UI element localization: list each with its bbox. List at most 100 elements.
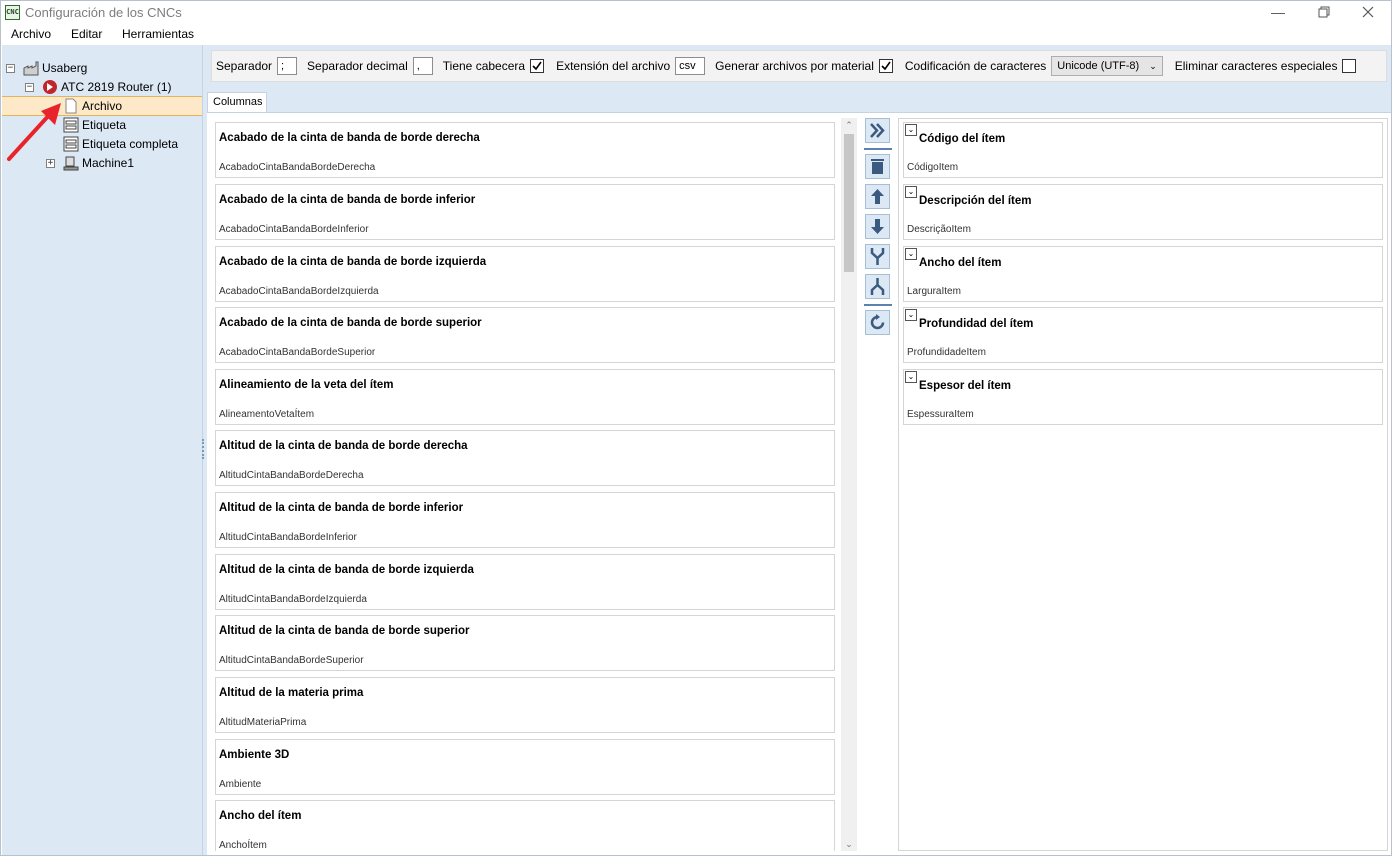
- list-item[interactable]: Ambiente 3D Ambiente: [215, 739, 835, 795]
- menu-herramientas[interactable]: Herramientas: [122, 27, 194, 41]
- column-title: Espesor del ítem: [919, 380, 1012, 392]
- column-title: Acabado de la cinta de banda de borde su…: [219, 317, 482, 329]
- collapse-chevron-icon[interactable]: ⌄: [905, 124, 917, 136]
- app-icon: CNC: [5, 5, 20, 20]
- merge-button[interactable]: [865, 244, 890, 269]
- collapse-icon[interactable]: −: [25, 82, 34, 92]
- list-item[interactable]: Alineamiento de la veta del ítem Alineam…: [215, 369, 835, 425]
- column-key: AcabadoCintaBandaBordeDerecha: [219, 162, 376, 173]
- tree-node-machine[interactable]: − ATC 2819 Router (1): [25, 78, 172, 96]
- list-item[interactable]: Acabado de la cinta de banda de borde iz…: [215, 246, 835, 302]
- list-item[interactable]: ⌄ Profundidad del ítem ProfundidadeItem: [903, 307, 1383, 363]
- list-item[interactable]: Altitud de la cinta de banda de borde su…: [215, 615, 835, 671]
- tree-item-archivo[interactable]: Archivo: [63, 97, 122, 115]
- router-machine-icon: [42, 79, 58, 95]
- tree-label-usaberg: Usaberg: [42, 61, 88, 75]
- refresh-button[interactable]: [865, 310, 890, 335]
- columns-panel: Acabado de la cinta de banda de borde de…: [207, 112, 1391, 855]
- tab-columnas[interactable]: Columnas: [207, 92, 267, 112]
- actions-divider: [864, 148, 892, 150]
- menu-archivo[interactable]: Archivo: [11, 27, 51, 41]
- list-item[interactable]: Acabado de la cinta de banda de borde in…: [215, 184, 835, 240]
- column-actions: [864, 118, 892, 358]
- collapse-chevron-icon[interactable]: ⌄: [905, 371, 917, 383]
- restore-icon: [1318, 6, 1330, 18]
- list-item[interactable]: ⌄ Espesor del ítem EspessuraItem: [903, 369, 1383, 425]
- close-icon: [1362, 6, 1374, 18]
- list-item[interactable]: Altitud de la cinta de banda de borde in…: [215, 492, 835, 548]
- export-options-toolbar: Separador ; Separador decimal , Tiene ca…: [211, 50, 1387, 82]
- list-item[interactable]: Acabado de la cinta de banda de borde su…: [215, 307, 835, 363]
- move-down-icon: [871, 219, 884, 234]
- column-key: ProfundidadeItem: [907, 347, 986, 358]
- refresh-icon: [870, 314, 885, 330]
- minimize-button[interactable]: —: [1255, 1, 1301, 25]
- column-title: Ancho del ítem: [919, 257, 1002, 269]
- tree-item-etiqueta[interactable]: Etiqueta: [63, 116, 126, 134]
- column-title: Acabado de la cinta de banda de borde de…: [219, 132, 480, 144]
- available-columns-scrollbar[interactable]: ⌃ ⌄: [841, 118, 857, 851]
- collapse-chevron-icon[interactable]: ⌄: [905, 248, 917, 260]
- delete-button[interactable]: [865, 154, 890, 179]
- column-title: Alineamiento de la veta del ítem: [219, 379, 394, 391]
- file-extension-label: Extensión del archivo: [556, 59, 671, 73]
- column-title: Altitud de la cinta de banda de borde su…: [219, 625, 470, 637]
- column-key: AltitudMateriaPrima: [219, 717, 307, 728]
- list-item[interactable]: Altitud de la cinta de banda de borde de…: [215, 430, 835, 486]
- split-icon: [870, 278, 885, 295]
- tree-item-etiqueta-completa[interactable]: Etiqueta completa: [63, 135, 178, 153]
- scroll-up-icon[interactable]: ⌃: [841, 118, 857, 132]
- move-up-button[interactable]: [865, 184, 890, 209]
- close-button[interactable]: [1345, 1, 1391, 25]
- add-all-icon: [870, 123, 885, 138]
- checkmark-icon: [532, 61, 542, 71]
- move-up-icon: [871, 189, 884, 204]
- tree-node-usaberg[interactable]: − Usaberg: [6, 59, 87, 77]
- separator-input[interactable]: ;: [277, 57, 298, 75]
- title-bar: CNC Configuración de los CNCs —: [1, 1, 1391, 25]
- split-button[interactable]: [865, 274, 890, 299]
- splitter-grip-icon[interactable]: [202, 439, 204, 459]
- merge-icon: [870, 248, 885, 265]
- list-item[interactable]: ⌄ Código del ítem CódigoItem: [903, 122, 1383, 178]
- app-window: CNC Configuración de los CNCs — Archivo …: [0, 0, 1392, 856]
- separator-label: Separador: [216, 59, 273, 73]
- minimize-icon: —: [1271, 4, 1285, 20]
- restore-button[interactable]: [1301, 1, 1347, 25]
- column-key: AcabadoCintaBandaBordeIzquierda: [219, 286, 379, 297]
- has-header-checkbox[interactable]: [530, 59, 545, 73]
- column-key: AnchoÍtem: [219, 840, 267, 851]
- list-item[interactable]: Ancho del ítem AnchoÍtem: [215, 800, 835, 851]
- remove-special-chars-checkbox[interactable]: [1342, 59, 1357, 73]
- list-item[interactable]: Altitud de la cinta de banda de borde iz…: [215, 554, 835, 610]
- delete-icon: [871, 159, 884, 174]
- files-per-material-checkbox[interactable]: [878, 59, 893, 73]
- tree-label-etiqueta: Etiqueta: [82, 118, 127, 132]
- encoding-select[interactable]: Unicode (UTF-8) ⌄: [1051, 56, 1163, 76]
- column-key: AltitudCintaBandaBordeDerecha: [219, 470, 364, 481]
- add-all-button[interactable]: [865, 118, 890, 143]
- column-title: Altitud de la cinta de banda de borde in…: [219, 502, 464, 514]
- file-extension-input[interactable]: csv: [675, 57, 706, 75]
- scroll-down-icon[interactable]: ⌄: [841, 837, 857, 851]
- column-title: Acabado de la cinta de banda de borde iz…: [219, 256, 487, 268]
- list-item[interactable]: ⌄ Ancho del ítem LarguraItem: [903, 246, 1383, 302]
- main-panel: Separador ; Separador decimal , Tiene ca…: [207, 45, 1391, 855]
- list-item[interactable]: Acabado de la cinta de banda de borde de…: [215, 122, 835, 178]
- column-key: CódigoItem: [907, 162, 959, 173]
- collapse-chevron-icon[interactable]: ⌄: [905, 186, 917, 198]
- move-down-button[interactable]: [865, 214, 890, 239]
- column-title: Altitud de la materia prima: [219, 687, 364, 699]
- list-item[interactable]: Altitud de la materia prima AltitudMater…: [215, 677, 835, 733]
- decimal-separator-input[interactable]: ,: [412, 57, 433, 75]
- tree-label-etiqueta-completa: Etiqueta completa: [82, 137, 179, 151]
- scrollbar-thumb[interactable]: [844, 134, 854, 272]
- collapse-chevron-icon[interactable]: ⌄: [905, 309, 917, 321]
- collapse-icon[interactable]: −: [6, 63, 15, 73]
- menu-bar: Archivo Editar Herramientas: [1, 25, 1391, 45]
- factory-icon: [23, 60, 39, 76]
- column-key: AcabadoCintaBandaBordeSuperior: [219, 347, 376, 358]
- column-title: Altitud de la cinta de banda de borde de…: [219, 440, 468, 452]
- list-item[interactable]: ⌄ Descripción del ítem DescriçãoItem: [903, 184, 1383, 240]
- menu-editar[interactable]: Editar: [71, 27, 102, 41]
